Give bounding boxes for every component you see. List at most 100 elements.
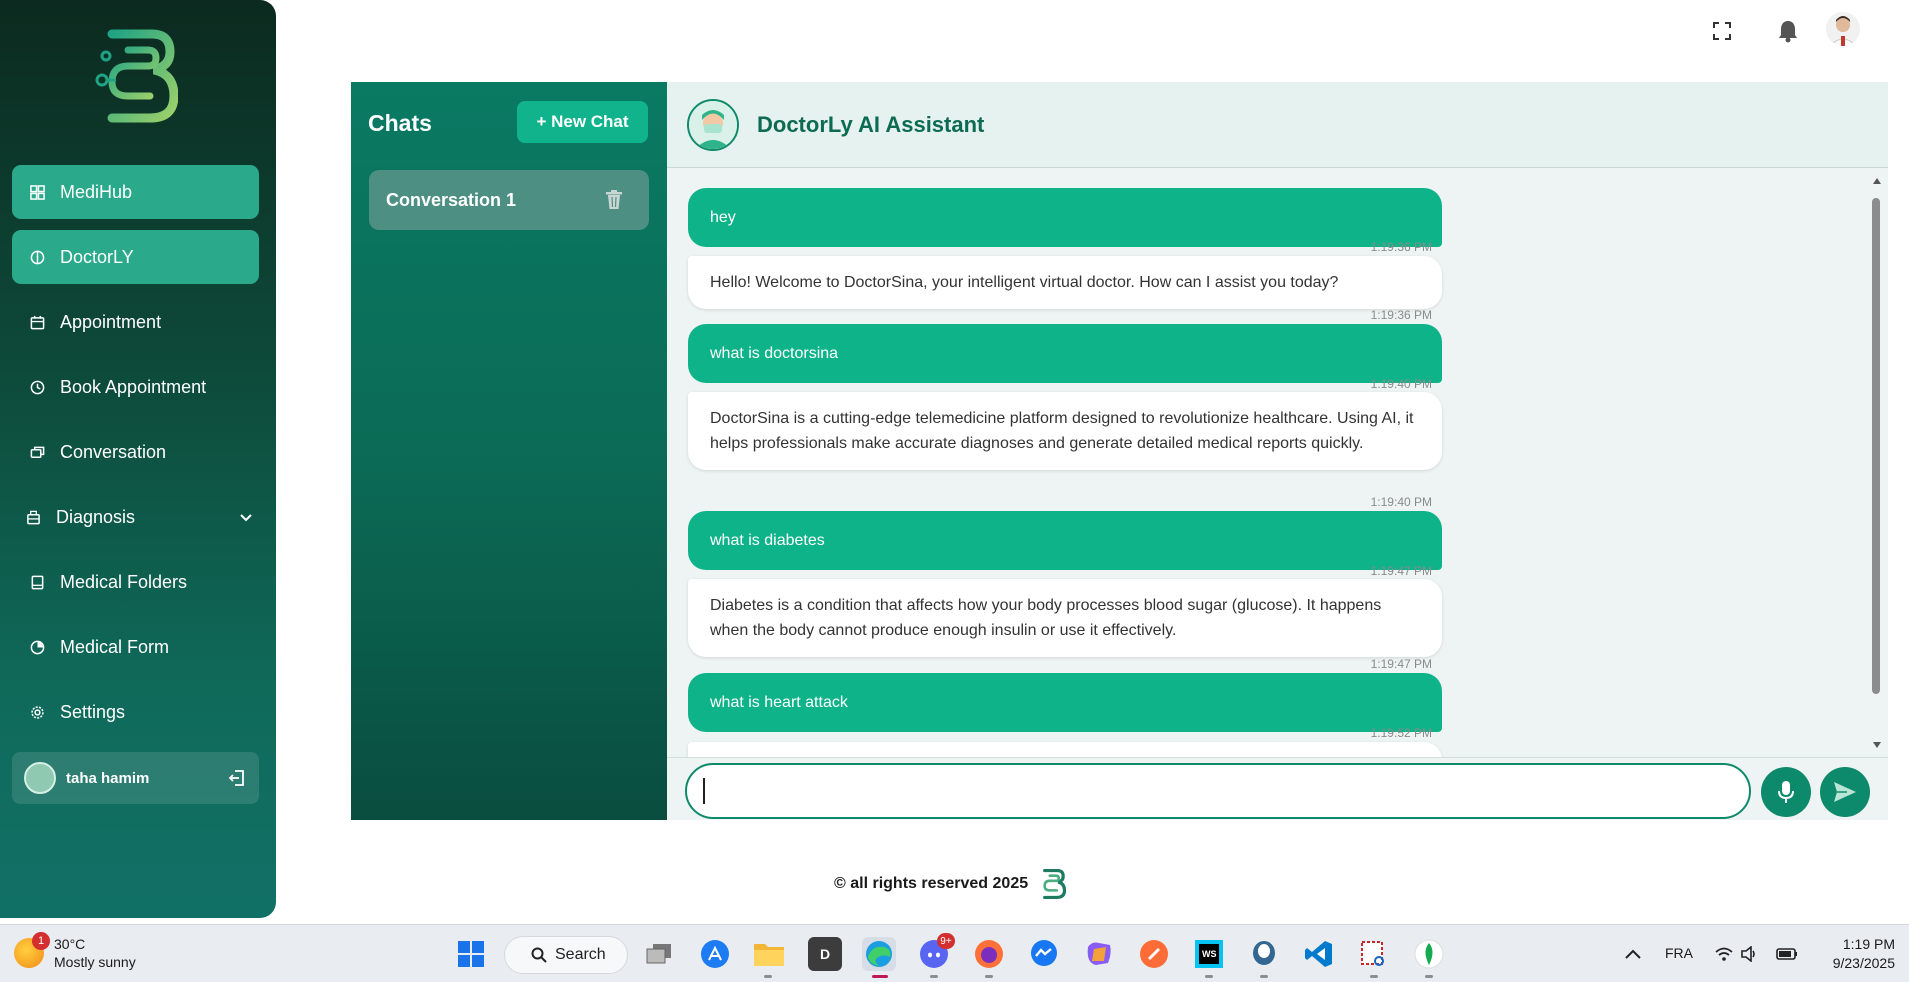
mongodb-icon[interactable]: [1412, 937, 1446, 971]
weather-condition: Mostly sunny: [54, 954, 136, 970]
microphone-button[interactable]: [1761, 767, 1811, 817]
sidebar-item-label: Book Appointment: [60, 376, 207, 397]
message-text: Hello! Welcome to DoctorSina, your intel…: [710, 274, 1339, 291]
bot-avatar: [687, 98, 739, 151]
bell-icon[interactable]: [1775, 18, 1801, 44]
weather-temp: 30°C: [54, 936, 86, 952]
postgresql-icon[interactable]: [1247, 937, 1281, 971]
sidebar-item-book-appointment[interactable]: Book Appointment: [12, 360, 259, 414]
fullscreen-icon[interactable]: [1709, 18, 1735, 44]
conversation-label: Conversation 1: [386, 189, 517, 210]
footer: © all rights reserved 2025: [834, 868, 1067, 900]
app-running-indicator: [764, 975, 772, 978]
form-icon: [28, 638, 46, 656]
sidebar-item-conversation[interactable]: Conversation: [12, 425, 259, 479]
chats-title: Chats: [368, 110, 432, 136]
start-button[interactable]: [454, 937, 488, 971]
bot-message-partial: [688, 742, 1442, 757]
wifi-icon: [1715, 947, 1733, 961]
taskbar-search[interactable]: Search: [504, 936, 628, 974]
chat-title: DoctorLy AI Assistant: [757, 111, 985, 137]
message-text: DoctorSina is a cutting-edge telemedicin…: [710, 410, 1414, 452]
chevron-down-icon[interactable]: [239, 510, 253, 524]
discord-badge: 9+: [937, 933, 955, 949]
sidebar-item-label: DoctorLY: [60, 246, 134, 267]
message-timestamp: 1:19:47 PM: [1370, 657, 1432, 671]
app-running-indicator: [1205, 975, 1213, 978]
avatar: [24, 762, 56, 794]
sidebar-item-settings[interactable]: Settings: [12, 685, 259, 739]
send-button[interactable]: [1820, 767, 1870, 817]
sidebar: MediHub DoctorLY Appointment Book Appoin…: [0, 0, 276, 918]
firefox-icon[interactable]: [972, 937, 1006, 971]
windows-icon: [458, 941, 484, 967]
calendar-icon: [28, 313, 46, 331]
logout-icon[interactable]: [227, 768, 247, 788]
chat-header: DoctorLy AI Assistant: [667, 82, 1888, 168]
scrollbar-thumb[interactable]: [1872, 198, 1880, 694]
app-running-indicator: [1370, 975, 1378, 978]
file-explorer-icon[interactable]: [752, 937, 786, 971]
discord-icon[interactable]: 9+: [917, 933, 955, 971]
clock[interactable]: 1:19 PM 9/23/2025: [1815, 935, 1895, 973]
task-view-icon[interactable]: [642, 937, 676, 971]
postman-icon[interactable]: [1137, 937, 1171, 971]
dev-app-icon[interactable]: D: [808, 937, 842, 971]
sidebar-item-doctorly[interactable]: DoctorLY: [12, 230, 259, 284]
sidebar-item-diagnosis[interactable]: Diagnosis: [12, 490, 259, 544]
sidebar-item-medical-folders[interactable]: Medical Folders: [12, 555, 259, 609]
doctorly-icon: [28, 248, 46, 266]
chevron-up-icon[interactable]: [1616, 937, 1650, 971]
profile-avatar[interactable]: [1826, 12, 1860, 46]
sidebar-item-appointment[interactable]: Appointment: [12, 295, 259, 349]
weather-badge: 1: [32, 932, 50, 950]
message-text: Diabetes is a condition that affects how…: [710, 597, 1382, 639]
app-running-indicator: [985, 975, 993, 978]
system-tray-icons[interactable]: [1706, 937, 1766, 971]
bot-message: Diabetes is a condition that affects how…: [688, 579, 1442, 657]
vscode-icon[interactable]: [1302, 937, 1336, 971]
battery-icon[interactable]: [1770, 937, 1804, 971]
message-timestamp: 1:19:47 PM: [1370, 564, 1432, 578]
new-chat-button[interactable]: + New Chat: [517, 101, 648, 143]
user-card[interactable]: taha hamim: [12, 752, 259, 804]
weather-widget[interactable]: 1 30°C Mostly sunny: [14, 932, 136, 971]
sidebar-item-medical-form[interactable]: Medical Form: [12, 620, 259, 674]
messenger-icon[interactable]: [1027, 937, 1061, 971]
sidebar-item-medihub[interactable]: MediHub: [12, 165, 259, 219]
footer-text: © all rights reserved 2025: [834, 875, 1029, 892]
language-indicator[interactable]: FRA: [1665, 945, 1693, 961]
chats-panel: Chats + New Chat Conversation 1: [351, 82, 667, 820]
app-store-icon[interactable]: [698, 937, 732, 971]
microphone-icon: [1778, 781, 1794, 803]
copilot-icon[interactable]: [1082, 937, 1116, 971]
snipping-tool-icon[interactable]: [1357, 937, 1391, 971]
text-caret: [703, 778, 705, 804]
app-running-indicator: [1425, 975, 1433, 978]
webstorm-icon[interactable]: WS: [1192, 937, 1226, 971]
weather-sun-icon: 1: [14, 932, 50, 968]
app-logo[interactable]: [92, 26, 178, 126]
conversation-item[interactable]: Conversation 1: [369, 170, 649, 230]
message-text: what is diabetes: [710, 532, 825, 549]
message-list[interactable]: hey 1:19:36 PM Hello! Welcome to DoctorS…: [667, 168, 1888, 757]
active-app-indicator: [872, 975, 888, 978]
message-text: what is doctorsina: [710, 345, 839, 362]
input-bar: [667, 757, 1888, 820]
user-message: what is heart attack: [688, 673, 1442, 732]
message-timestamp: 1:19:36 PM: [1370, 240, 1432, 254]
sidebar-item-label: Medical Folders: [60, 571, 188, 592]
send-icon: [1834, 782, 1856, 802]
sidebar-item-label: MediHub: [60, 181, 133, 202]
grid-icon: [28, 183, 46, 201]
trash-icon[interactable]: [605, 190, 623, 210]
sidebar-item-label: Medical Form: [60, 636, 170, 657]
bot-message: Hello! Welcome to DoctorSina, your intel…: [688, 256, 1442, 309]
user-message: what is doctorsina: [688, 324, 1442, 383]
svg-text:WS: WS: [1202, 949, 1217, 959]
sidebar-nav: MediHub DoctorLY Appointment Book Appoin…: [12, 165, 259, 750]
message-input[interactable]: [685, 763, 1751, 819]
edge-icon[interactable]: [862, 937, 896, 971]
clock-icon: [28, 378, 46, 396]
taskbar: 1 30°C Mostly sunny Search D 9+ WS FRA 1…: [0, 924, 1909, 982]
